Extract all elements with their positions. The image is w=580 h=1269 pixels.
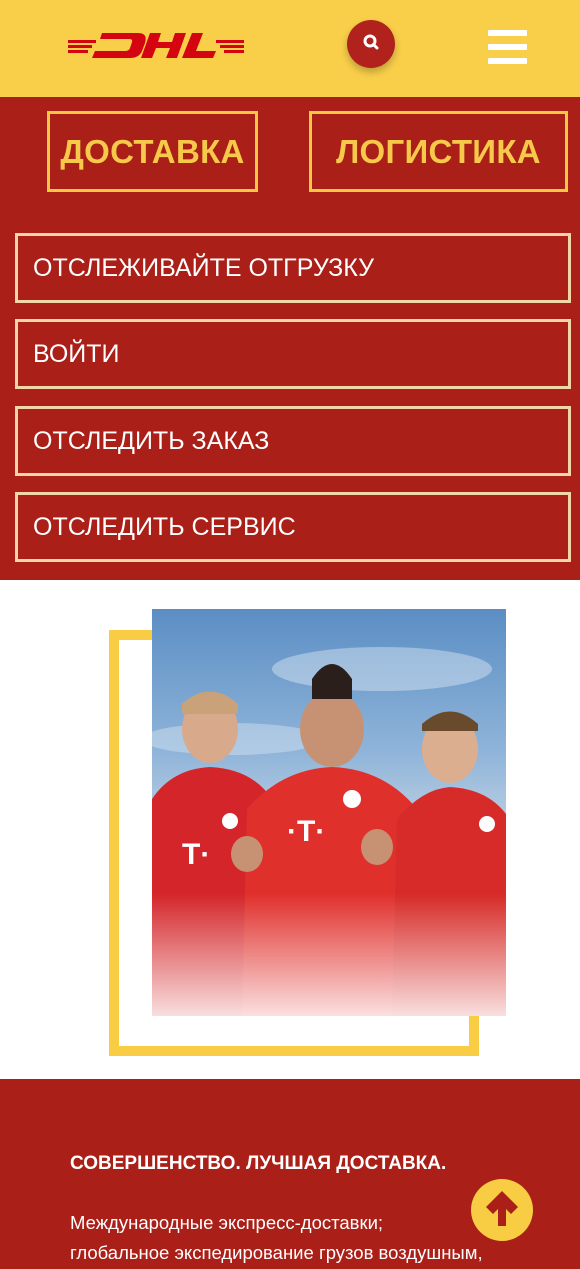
promo-section: T· ·T·: [0, 580, 580, 1079]
hamburger-menu-icon[interactable]: [488, 30, 528, 64]
header: [0, 0, 580, 97]
track-shipment-link[interactable]: ОТСЛЕЖИВАЙТЕ ОТГРУЗКУ: [15, 233, 571, 303]
logistics-button[interactable]: ЛОГИСТИКА: [309, 111, 568, 192]
dhl-logo[interactable]: [68, 29, 244, 61]
about-section: СОВЕРШЕНСТВО. ЛУЧШАЯ ДОСТАВКА. Междунаро…: [0, 1079, 580, 1269]
menu-bar: [488, 30, 527, 36]
menu-bar: [488, 44, 527, 50]
track-service-link[interactable]: ОТСЛЕДИТЬ СЕРВИС: [15, 492, 571, 562]
search-icon: [362, 33, 380, 56]
track-order-link[interactable]: ОТСЛЕДИТЬ ЗАКАЗ: [15, 406, 571, 476]
scroll-to-top-button[interactable]: [471, 1179, 533, 1241]
menu-bar: [488, 58, 527, 64]
search-button[interactable]: [347, 20, 395, 68]
navigation-panel: ДОСТАВКА ЛОГИСТИКА ОТСЛЕЖИВАЙТЕ ОТГРУЗКУ…: [0, 97, 580, 580]
body-text-line: Международные экспресс-доставки;: [70, 1212, 384, 1233]
page: ДОСТАВКА ЛОГИСТИКА ОТСЛЕЖИВАЙТЕ ОТГРУЗКУ…: [0, 0, 580, 1269]
delivery-button[interactable]: ДОСТАВКА: [47, 111, 258, 192]
football-players-photo: T· ·T·: [152, 609, 506, 1016]
body-text-line: глобальное экспедирование грузов воздушн…: [70, 1242, 483, 1263]
login-link[interactable]: ВОЙТИ: [15, 319, 571, 389]
section-headline: СОВЕРШЕНСТВО. ЛУЧШАЯ ДОСТАВКА.: [70, 1153, 447, 1174]
arrow-up-icon: [484, 1188, 520, 1233]
